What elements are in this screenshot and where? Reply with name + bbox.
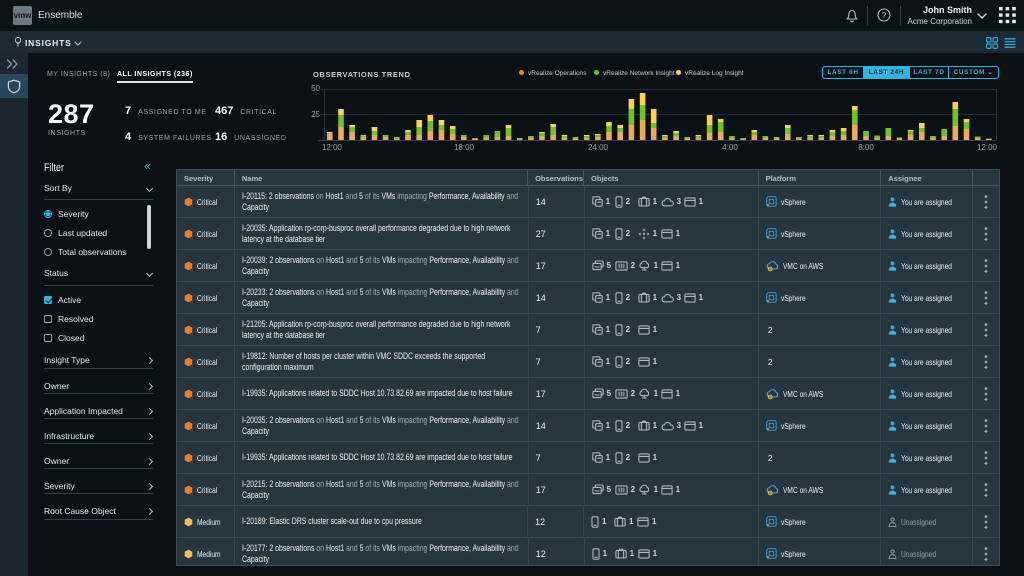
svg-text:?: ? <box>882 10 887 20</box>
